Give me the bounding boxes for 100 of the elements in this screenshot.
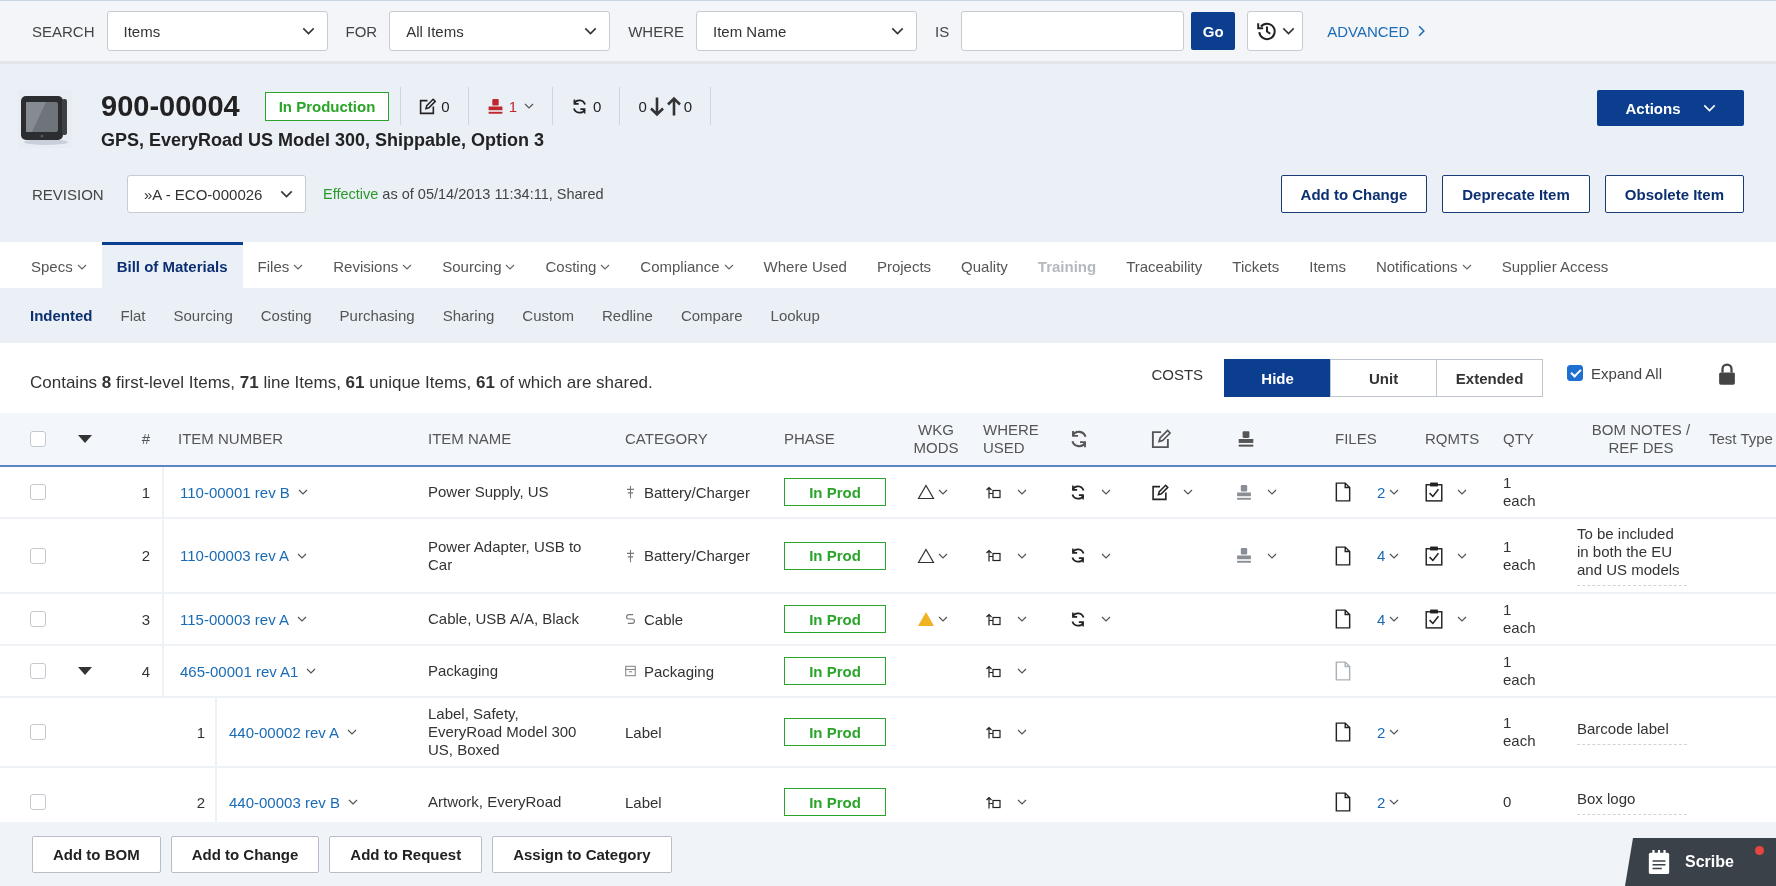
chevron-down-icon[interactable] (1267, 489, 1277, 495)
chevron-down-icon[interactable] (347, 799, 358, 805)
stamp-icon[interactable] (1235, 483, 1253, 501)
history-button[interactable] (1247, 11, 1304, 51)
subtab[interactable]: Redline (588, 307, 667, 324)
subtab[interactable]: Flat (106, 307, 160, 324)
chevron-down-icon[interactable] (1389, 616, 1400, 622)
expand-caret-icon[interactable] (78, 435, 92, 443)
chevron-down-icon[interactable] (1457, 552, 1467, 559)
chevron-down-icon[interactable] (1389, 552, 1400, 559)
costs-option[interactable]: Extended (1436, 359, 1544, 397)
subtab[interactable]: Purchasing (325, 307, 429, 324)
subtab[interactable]: Custom (508, 307, 588, 324)
tab[interactable]: Revisions (318, 242, 428, 288)
chevron-down-icon[interactable] (347, 729, 358, 735)
scribe-tab[interactable]: Scribe (1625, 838, 1776, 886)
chevron-down-icon[interactable] (1389, 489, 1400, 495)
actions-button[interactable]: Actions (1597, 90, 1744, 126)
expand-all-checkbox[interactable] (1567, 365, 1584, 381)
subtab[interactable]: Sourcing (159, 307, 247, 324)
counter-button[interactable]: 0 (552, 87, 620, 125)
file-count-link[interactable]: 2 (1377, 723, 1386, 741)
header-button[interactable]: Add to Change (1280, 175, 1428, 213)
search-type-select[interactable]: Items (106, 11, 328, 51)
go-button[interactable]: Go (1191, 12, 1236, 50)
row-checkbox[interactable] (30, 724, 46, 740)
clipboard-check-icon[interactable] (1425, 609, 1443, 629)
subtab[interactable]: Sharing (428, 307, 509, 324)
tab[interactable]: Notifications (1360, 242, 1487, 288)
clipboard-check-icon[interactable] (1425, 482, 1443, 502)
scope-select[interactable]: All Items (389, 11, 611, 51)
row-checkbox[interactable] (30, 547, 46, 564)
footer-button[interactable]: Add to BOM (32, 835, 161, 873)
refresh-icon[interactable] (1069, 547, 1087, 564)
where-used-icon[interactable] (985, 547, 1003, 564)
file-count-link[interactable]: 2 (1377, 483, 1386, 501)
triangle-icon[interactable] (917, 547, 935, 564)
file-count-link[interactable]: 4 (1377, 547, 1386, 564)
chevron-down-icon[interactable] (1017, 616, 1027, 622)
tab[interactable]: Tickets (1217, 242, 1295, 288)
file-count-link[interactable]: 2 (1377, 793, 1386, 811)
tab[interactable]: Specs (16, 242, 102, 288)
file-icon[interactable] (1335, 482, 1351, 502)
item-number-link[interactable]: 440-00002 rev A (229, 723, 340, 741)
subtab[interactable]: Costing (246, 307, 326, 324)
chevron-down-icon[interactable] (1017, 552, 1027, 559)
item-number-link[interactable]: 110-00003 rev A (180, 547, 289, 564)
advanced-link[interactable]: ADVANCED (1327, 22, 1426, 40)
chevron-down-icon[interactable] (938, 489, 948, 495)
file-icon[interactable] (1335, 792, 1351, 812)
field-select[interactable]: Item Name (696, 11, 918, 51)
chevron-down-icon[interactable] (1017, 668, 1027, 674)
footer-button[interactable]: Add to Request (329, 835, 483, 873)
file-count-link[interactable]: 4 (1377, 610, 1386, 628)
lock-icon[interactable] (1718, 361, 1736, 385)
chevron-down-icon[interactable] (1101, 616, 1111, 622)
tab[interactable]: Compliance (625, 242, 749, 288)
stamp-icon[interactable] (1235, 547, 1253, 564)
chevron-down-icon[interactable] (1017, 489, 1027, 495)
tab[interactable]: Bill of Materials (101, 242, 243, 288)
tab[interactable]: Sourcing (427, 242, 531, 288)
chevron-down-icon[interactable] (938, 552, 948, 559)
counter-button[interactable]: 1 (467, 87, 553, 125)
tab[interactable]: Supplier Access (1486, 242, 1624, 288)
chevron-down-icon[interactable] (1267, 552, 1277, 559)
row-checkbox[interactable] (30, 484, 46, 500)
chevron-down-icon[interactable] (297, 616, 307, 622)
search-field[interactable] (961, 11, 1185, 51)
chevron-down-icon[interactable] (1389, 799, 1400, 805)
tab[interactable]: Where Used (748, 242, 862, 288)
counter-button[interactable]: 0 (400, 87, 468, 125)
header-button[interactable]: Obsolete Item (1604, 175, 1744, 213)
revision-select[interactable]: »A - ECO-000026 (127, 175, 306, 213)
footer-button[interactable]: Add to Change (170, 835, 320, 873)
triangle-icon[interactable] (917, 484, 935, 500)
chevron-down-icon[interactable] (1389, 729, 1400, 735)
chevron-down-icon[interactable] (297, 489, 308, 495)
row-checkbox[interactable] (30, 794, 46, 810)
costs-option[interactable]: Hide (1224, 359, 1332, 397)
tab[interactable]: Costing (530, 242, 626, 288)
clipboard-check-icon[interactable] (1425, 545, 1443, 566)
item-number-link[interactable]: 440-00003 rev B (229, 793, 340, 811)
chevron-down-icon[interactable] (1017, 799, 1027, 805)
chevron-down-icon[interactable] (306, 668, 317, 674)
subtab[interactable]: Lookup (756, 307, 834, 324)
file-icon[interactable] (1335, 545, 1351, 566)
item-number-link[interactable]: 110-00001 rev B (180, 483, 290, 501)
select-all-checkbox[interactable] (30, 431, 46, 447)
row-checkbox[interactable] (30, 663, 46, 679)
tab[interactable]: Quality (946, 242, 1023, 288)
footer-button[interactable]: Assign to Category (492, 835, 672, 873)
expand-caret-icon[interactable] (78, 667, 92, 675)
chevron-down-icon[interactable] (1183, 489, 1193, 495)
file-icon[interactable] (1335, 722, 1351, 742)
row-checkbox[interactable] (30, 611, 46, 627)
header-button[interactable]: Deprecate Item (1442, 175, 1590, 213)
chevron-down-icon[interactable] (1101, 552, 1111, 559)
chevron-down-icon[interactable] (938, 616, 948, 622)
item-number-link[interactable]: 115-00003 rev A (180, 610, 289, 628)
tab[interactable]: Projects (861, 242, 947, 288)
